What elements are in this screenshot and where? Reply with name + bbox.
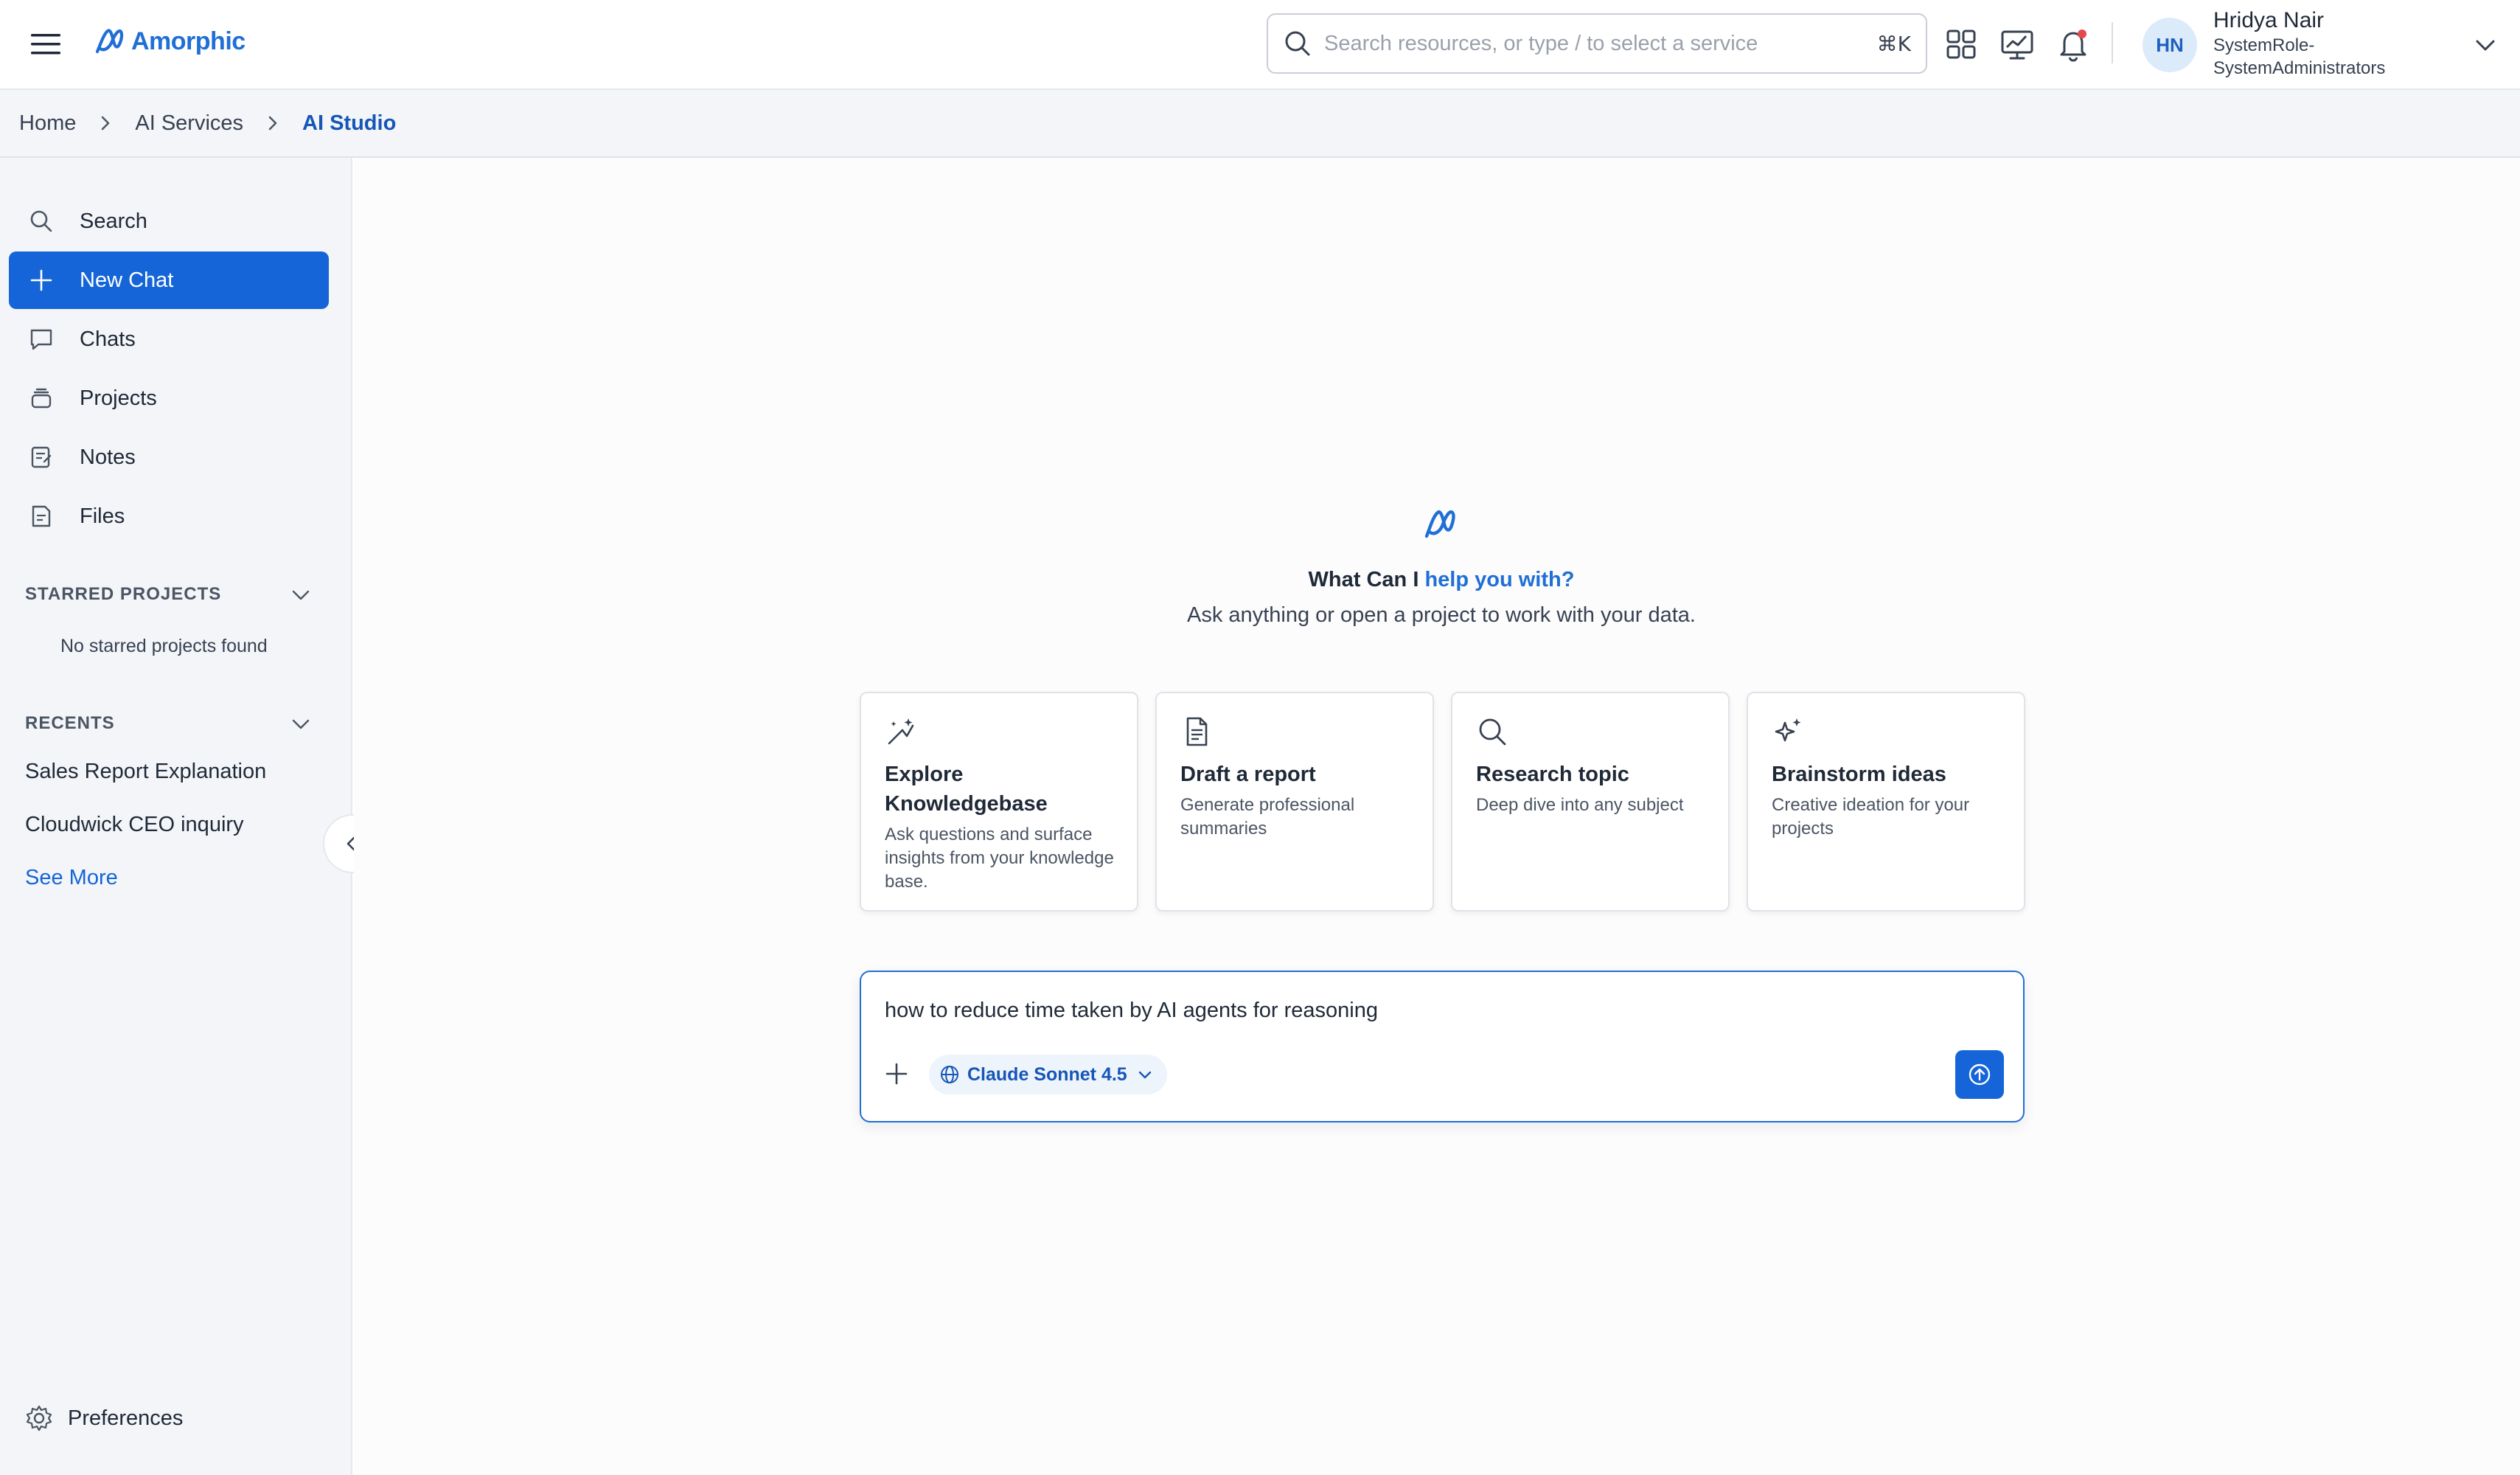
search-icon: [1479, 718, 1506, 746]
sidebar-item-label: Chats: [80, 327, 136, 351]
breadcrumb-ai-studio: AI Studio: [302, 111, 397, 135]
model-name: Claude Sonnet 4.5: [967, 1063, 1127, 1085]
search-shortcut-hint: ⌘K: [1876, 31, 1911, 56]
sidebar-item-notes[interactable]: Notes: [9, 428, 329, 486]
user-role-line2: SystemAdministrators: [2213, 58, 2386, 78]
search-icon: [1285, 31, 1310, 56]
preferences-label: Preferences: [68, 1406, 184, 1430]
recent-item[interactable]: Cloudwick CEO inquiry: [25, 813, 244, 837]
magic-wand-icon: [888, 718, 914, 745]
chevron-down-icon: [1138, 1071, 1151, 1079]
user-info[interactable]: Hridya Nair SystemRole- SystemAdministra…: [2213, 7, 2457, 80]
main-content: [354, 158, 2520, 1475]
starred-projects-title: STARRED PROJECTS: [25, 584, 222, 604]
card-description: Creative ideation for your projects: [1772, 795, 1970, 839]
card-description: Generate professional summaries: [1180, 795, 1355, 839]
recents-title: RECENTS: [25, 713, 115, 733]
search-icon: [30, 210, 52, 232]
sparkle-icon: [1775, 718, 1801, 742]
breadcrumb: Home AI Services AI Studio: [0, 90, 2520, 158]
preferences-button[interactable]: Preferences: [25, 1404, 183, 1432]
chat-bubble-icon: [30, 329, 52, 350]
see-more-link[interactable]: See More: [25, 866, 118, 890]
recent-item[interactable]: Sales Report Explanation: [25, 760, 266, 784]
card-title: Draft a report: [1180, 763, 1316, 786]
card-title: Explore Knowledgebase: [885, 763, 1048, 816]
card-draft-report[interactable]: Draft a report Generate professional sum…: [1155, 692, 1434, 912]
notification-bell-icon[interactable]: [2054, 25, 2092, 63]
sidebar-item-label: Projects: [80, 386, 157, 410]
sidebar-item-label: Search: [80, 209, 147, 233]
top-header: Amorphic ⌘K HN Hri: [0, 0, 2520, 90]
app-name: Amorphic: [131, 27, 246, 55]
document-icon: [1186, 717, 1208, 746]
chevron-right-icon: [102, 116, 110, 131]
gear-icon: [26, 1405, 52, 1431]
model-selector[interactable]: Claude Sonnet 4.5: [929, 1055, 1167, 1094]
card-description: Ask questions and surface insights from …: [885, 825, 1114, 892]
amorphic-logo-icon: [95, 29, 124, 54]
app-logo[interactable]: Amorphic: [94, 21, 246, 62]
chevron-down-icon[interactable]: [2473, 32, 2498, 58]
breadcrumb-home[interactable]: Home: [19, 111, 76, 136]
menu-icon[interactable]: [28, 30, 63, 59]
chevron-down-icon[interactable]: [289, 583, 313, 606]
plus-icon: [30, 269, 52, 291]
sidebar-item-projects[interactable]: Projects: [9, 369, 329, 427]
dashboard-chart-icon[interactable]: [1998, 25, 2036, 63]
chevron-right-icon: [268, 116, 277, 131]
send-button[interactable]: [1955, 1050, 2004, 1099]
starred-projects-header[interactable]: STARRED PROJECTS: [25, 583, 313, 606]
page-title: What Can I help you with?: [1076, 568, 1806, 592]
global-search-input[interactable]: [1324, 31, 1877, 56]
sidebar-item-new-chat[interactable]: New Chat: [9, 251, 329, 309]
chevron-down-icon[interactable]: [289, 712, 313, 735]
page-subtitle: Ask anything or open a project to work w…: [1187, 603, 1696, 627]
user-name: Hridya Nair: [2213, 8, 2325, 32]
card-brainstorm-ideas[interactable]: Brainstorm ideas Creative ideation for y…: [1747, 692, 2025, 912]
sidebar: Search New Chat Chats Projects Notes Fil…: [0, 158, 352, 1475]
arrow-up-circle-icon: [1969, 1063, 1991, 1086]
sidebar-item-chats[interactable]: Chats: [9, 310, 329, 368]
chat-input[interactable]: [885, 994, 1991, 1027]
sidebar-item-label: Notes: [80, 445, 136, 469]
card-title: Research topic: [1476, 763, 1629, 786]
global-search[interactable]: ⌘K: [1267, 13, 1927, 74]
sidebar-item-search[interactable]: Search: [9, 192, 329, 250]
page-title-part1: What Can I: [1308, 568, 1425, 591]
apps-grid-icon[interactable]: [1942, 25, 1980, 63]
card-title: Brainstorm ideas: [1772, 763, 1946, 786]
globe-icon: [941, 1066, 958, 1083]
card-research-topic[interactable]: Research topic Deep dive into any subjec…: [1451, 692, 1730, 912]
chat-composer: Claude Sonnet 4.5: [860, 971, 2025, 1122]
plus-icon: [885, 1063, 908, 1085]
attach-button[interactable]: [882, 1059, 911, 1089]
sidebar-item-label: Files: [80, 504, 125, 528]
card-explore-knowledgebase[interactable]: Explore Knowledgebase Ask questions and …: [860, 692, 1138, 912]
sidebar-item-label: New Chat: [80, 268, 174, 292]
header-divider: [2112, 22, 2113, 63]
recents-header[interactable]: RECENTS: [25, 712, 313, 735]
projects-stack-icon: [31, 388, 52, 409]
page-title-part2: help you with?: [1424, 568, 1575, 591]
amorphic-logo-icon: [1424, 510, 1455, 538]
sidebar-item-files[interactable]: Files: [9, 487, 329, 545]
breadcrumb-ai-services[interactable]: AI Services: [135, 111, 243, 136]
user-role-line1: SystemRole-: [2213, 35, 2315, 55]
starred-empty-text: No starred projects found: [60, 636, 268, 656]
notes-icon: [31, 446, 52, 468]
file-icon: [32, 505, 51, 527]
avatar[interactable]: HN: [2143, 18, 2197, 72]
card-description: Deep dive into any subject: [1476, 795, 1684, 815]
